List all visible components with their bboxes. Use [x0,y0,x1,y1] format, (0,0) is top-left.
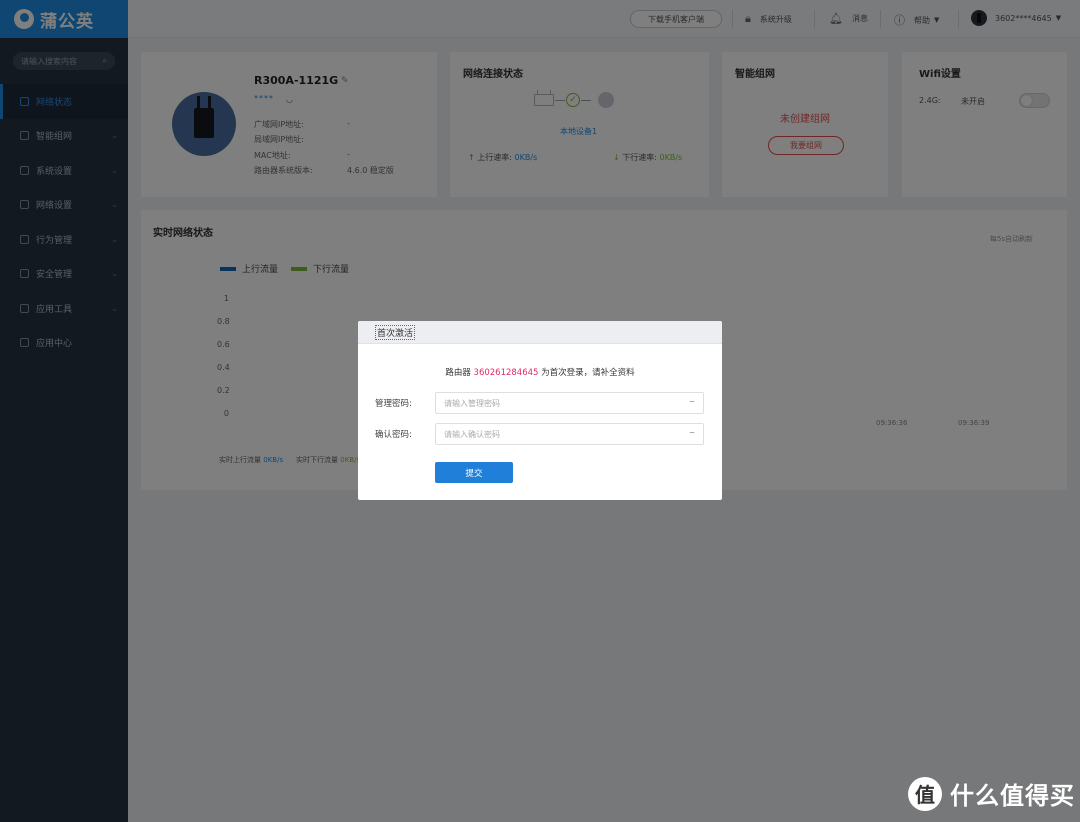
activation-dialog: 首次激活 路由器 360261284645 为首次登录，请补全资料 管理密码: … [358,321,722,500]
admin-password-placeholder: 请输入管理密码 [444,398,500,408]
dialog-description: 路由器 360261284645 为首次登录，请补全资料 [358,366,722,378]
dialog-title: 首次激活 [375,324,416,340]
desc-prefix: 路由器 [445,368,471,378]
eye-closed-icon[interactable]: ⌣ [689,428,695,438]
confirm-password-placeholder: 请输入确认密码 [444,429,500,439]
watermark-text: 什么值得买 [950,782,1075,810]
admin-password-label: 管理密码: [375,399,412,409]
submit-button[interactable]: 提交 [435,462,513,483]
confirm-password-label: 确认密码: [375,430,412,440]
watermark-badge: 值 [908,776,942,811]
admin-password-field[interactable]: 请输入管理密码 ⌣ [435,392,704,414]
eye-closed-icon[interactable]: ⌣ [689,397,695,407]
router-id: 360261284645 [473,368,539,378]
watermark: 值 什么值得买 [908,776,1075,811]
confirm-password-field[interactable]: 请输入确认密码 ⌣ [435,423,704,445]
dialog-header: 首次激活 [358,321,722,344]
desc-suffix: 为首次登录，请补全资料 [541,368,635,378]
